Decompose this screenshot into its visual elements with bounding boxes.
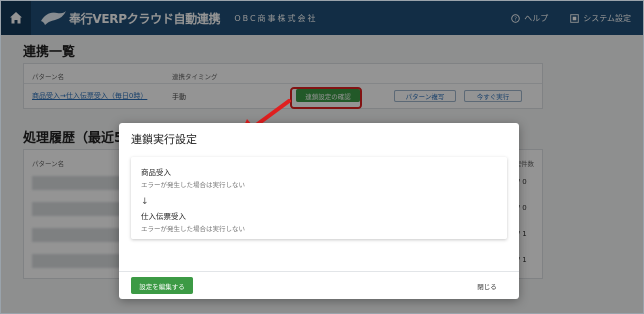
dialog-footer-divider [119,271,519,272]
dialog-title: 連鎖実行設定 [131,133,197,146]
step-desc: エラーが発生した場合は実行しない [141,225,245,233]
step-name: 仕入伝票受入 [141,212,186,221]
down-arrow-icon: ↓ [141,197,149,207]
step-desc: エラーが発生した場合は実行しない [141,181,245,189]
step-name: 商品受入 [141,168,171,177]
chain-steps-panel: 商品受入 エラーが発生した場合は実行しない ↓ 仕入伝票受入 エラーが発生した場… [131,157,507,239]
app-window: 奉行VERPクラウド自動連携 OBC商事株式会社 ? ヘルプ システム設定 連携… [0,0,644,314]
chain-settings-dialog: 連鎖実行設定 商品受入 エラーが発生した場合は実行しない ↓ 仕入伝票受入 エラ… [119,123,519,299]
close-button[interactable]: 閉じる [469,277,505,294]
edit-settings-button[interactable]: 設定を編集する [131,277,193,294]
